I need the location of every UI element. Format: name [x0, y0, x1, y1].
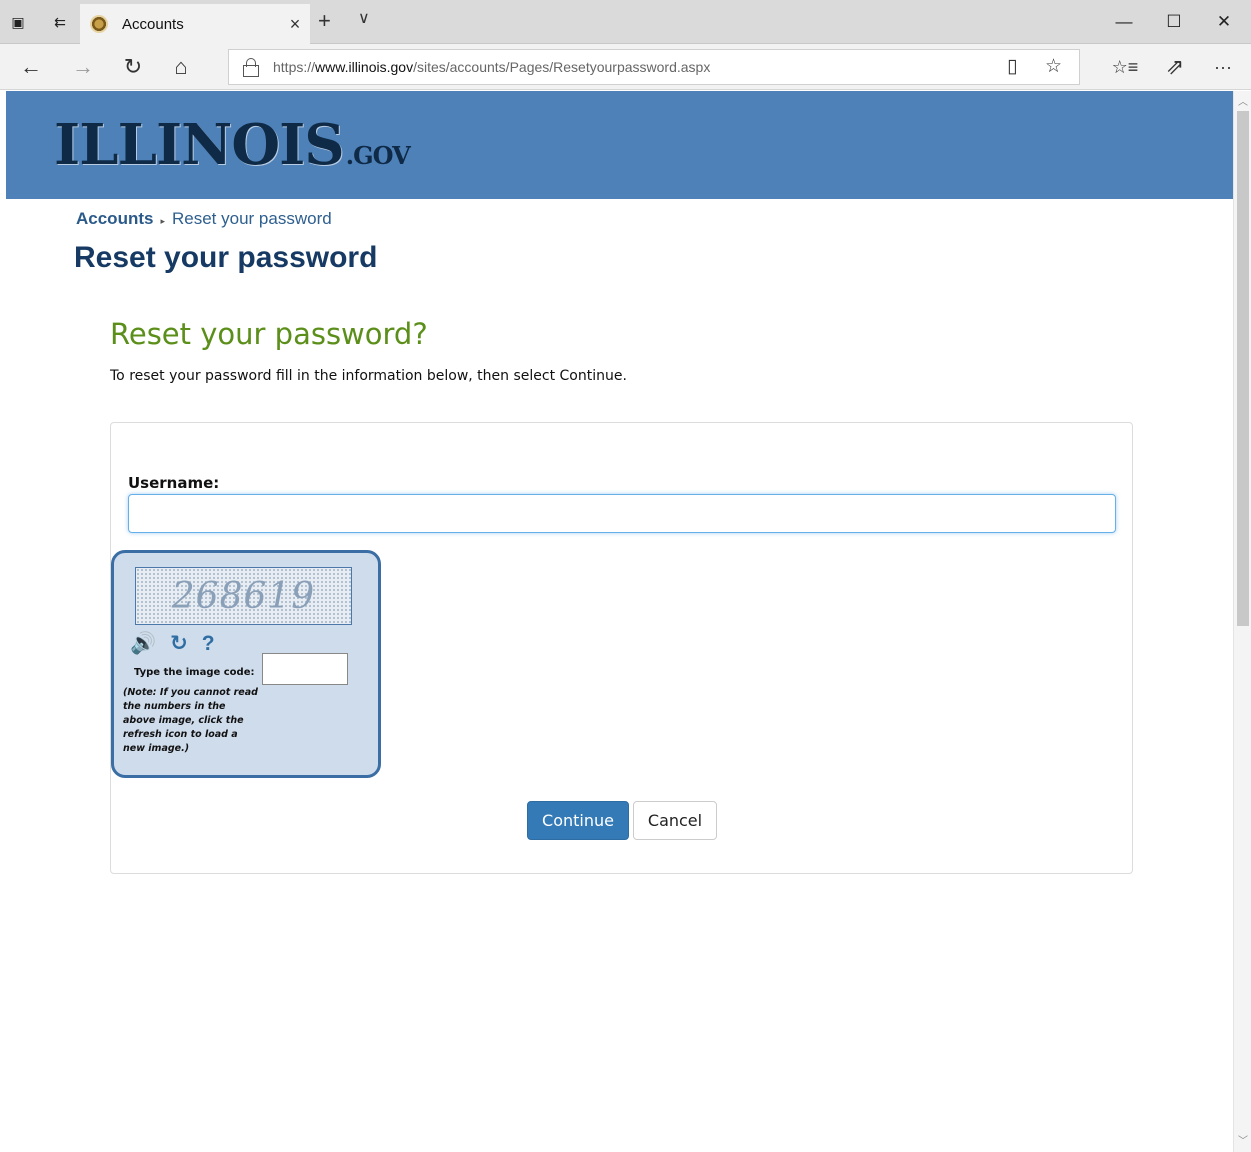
maximize-button[interactable]: ☐ [1150, 0, 1198, 44]
captcha-input-label: Type the image code: [134, 667, 255, 678]
lock-icon [243, 58, 259, 77]
captcha-code-input[interactable] [262, 653, 348, 685]
cancel-button[interactable]: Cancel [633, 801, 717, 840]
captcha-box: 268619 🔊 ↻ ? Type the image code: (Note:… [111, 550, 381, 778]
breadcrumb-separator-icon: ▸ [160, 215, 165, 226]
illinois-seal-favicon-icon [90, 15, 108, 33]
close-tab-icon[interactable]: × [280, 14, 310, 35]
captcha-image: 268619 [135, 567, 352, 625]
page-title: Reset your password [74, 241, 378, 274]
reading-view-icon[interactable]: ▯ [1007, 55, 1017, 78]
captcha-tools: 🔊 ↻ ? [130, 631, 229, 656]
scroll-down-arrow-icon[interactable]: ﹀ [1234, 1132, 1251, 1150]
favorites-hub-icon[interactable]: ☆≡ [1110, 52, 1140, 82]
share-icon[interactable]: ⇗ [1160, 52, 1190, 82]
refresh-icon[interactable]: ↻ [118, 52, 148, 82]
breadcrumb: Accounts ▸ Reset your password [76, 209, 332, 229]
minimize-button[interactable]: — [1100, 0, 1148, 44]
url-text: https://www.illinois.gov/sites/accounts/… [273, 59, 711, 75]
form-heading: Reset your password? [110, 317, 428, 351]
browser-tab-accounts[interactable]: Accounts × [80, 4, 310, 44]
back-arrow-icon[interactable]: ← [16, 52, 46, 82]
new-tab-button[interactable]: + [318, 8, 331, 34]
tab-menu-chevron-icon[interactable]: ∨ [358, 8, 370, 28]
refresh-captcha-icon[interactable]: ↻ [170, 631, 188, 656]
scroll-up-arrow-icon[interactable]: ︿ [1234, 93, 1251, 111]
home-icon[interactable]: ⌂ [166, 52, 196, 82]
web-page: ILLINOIS .GOV Accounts ▸ Reset your passw… [6, 91, 1233, 1152]
reset-password-form-panel: Username: 268619 🔊 ↻ ? Type the image co… [110, 422, 1133, 874]
scrollbar-thumb[interactable] [1237, 111, 1249, 626]
site-header-banner: ILLINOIS .GOV [6, 91, 1233, 199]
browser-titlebar: ▣ ⇇ Accounts × + ∨ — ☐ ✕ [0, 0, 1251, 44]
captcha-note: (Note: If you cannot read the numbers in… [123, 687, 258, 754]
restore-tabs-icon[interactable]: ⇇ [48, 8, 72, 36]
favorite-star-icon[interactable]: ☆ [1045, 55, 1062, 78]
close-window-button[interactable]: ✕ [1200, 0, 1248, 44]
breadcrumb-accounts-link[interactable]: Accounts [76, 209, 153, 229]
tabs-aside-icon[interactable]: ▣ [6, 8, 30, 36]
help-question-icon[interactable]: ? [202, 632, 215, 656]
audio-speaker-icon[interactable]: 🔊 [130, 632, 156, 656]
breadcrumb-current: Reset your password [172, 209, 332, 228]
more-options-icon[interactable]: ··· [1208, 52, 1238, 82]
address-bar[interactable]: https://www.illinois.gov/sites/accounts/… [228, 49, 1080, 85]
page-scrollbar[interactable]: ︿ ﹀ [1233, 91, 1251, 1152]
continue-button[interactable]: Continue [527, 801, 629, 840]
username-input[interactable] [128, 494, 1116, 533]
browser-navbar: ← → ↻ ⌂ https://www.illinois.gov/sites/a… [0, 44, 1251, 90]
form-instructions: To reset your password fill in the infor… [110, 368, 627, 384]
tab-title: Accounts [122, 15, 184, 33]
illinois-gov-logo[interactable]: ILLINOIS .GOV [54, 115, 411, 175]
username-label: Username: [128, 474, 220, 492]
captcha-code: 268619 [171, 575, 316, 617]
forward-arrow-icon[interactable]: → [68, 52, 98, 82]
